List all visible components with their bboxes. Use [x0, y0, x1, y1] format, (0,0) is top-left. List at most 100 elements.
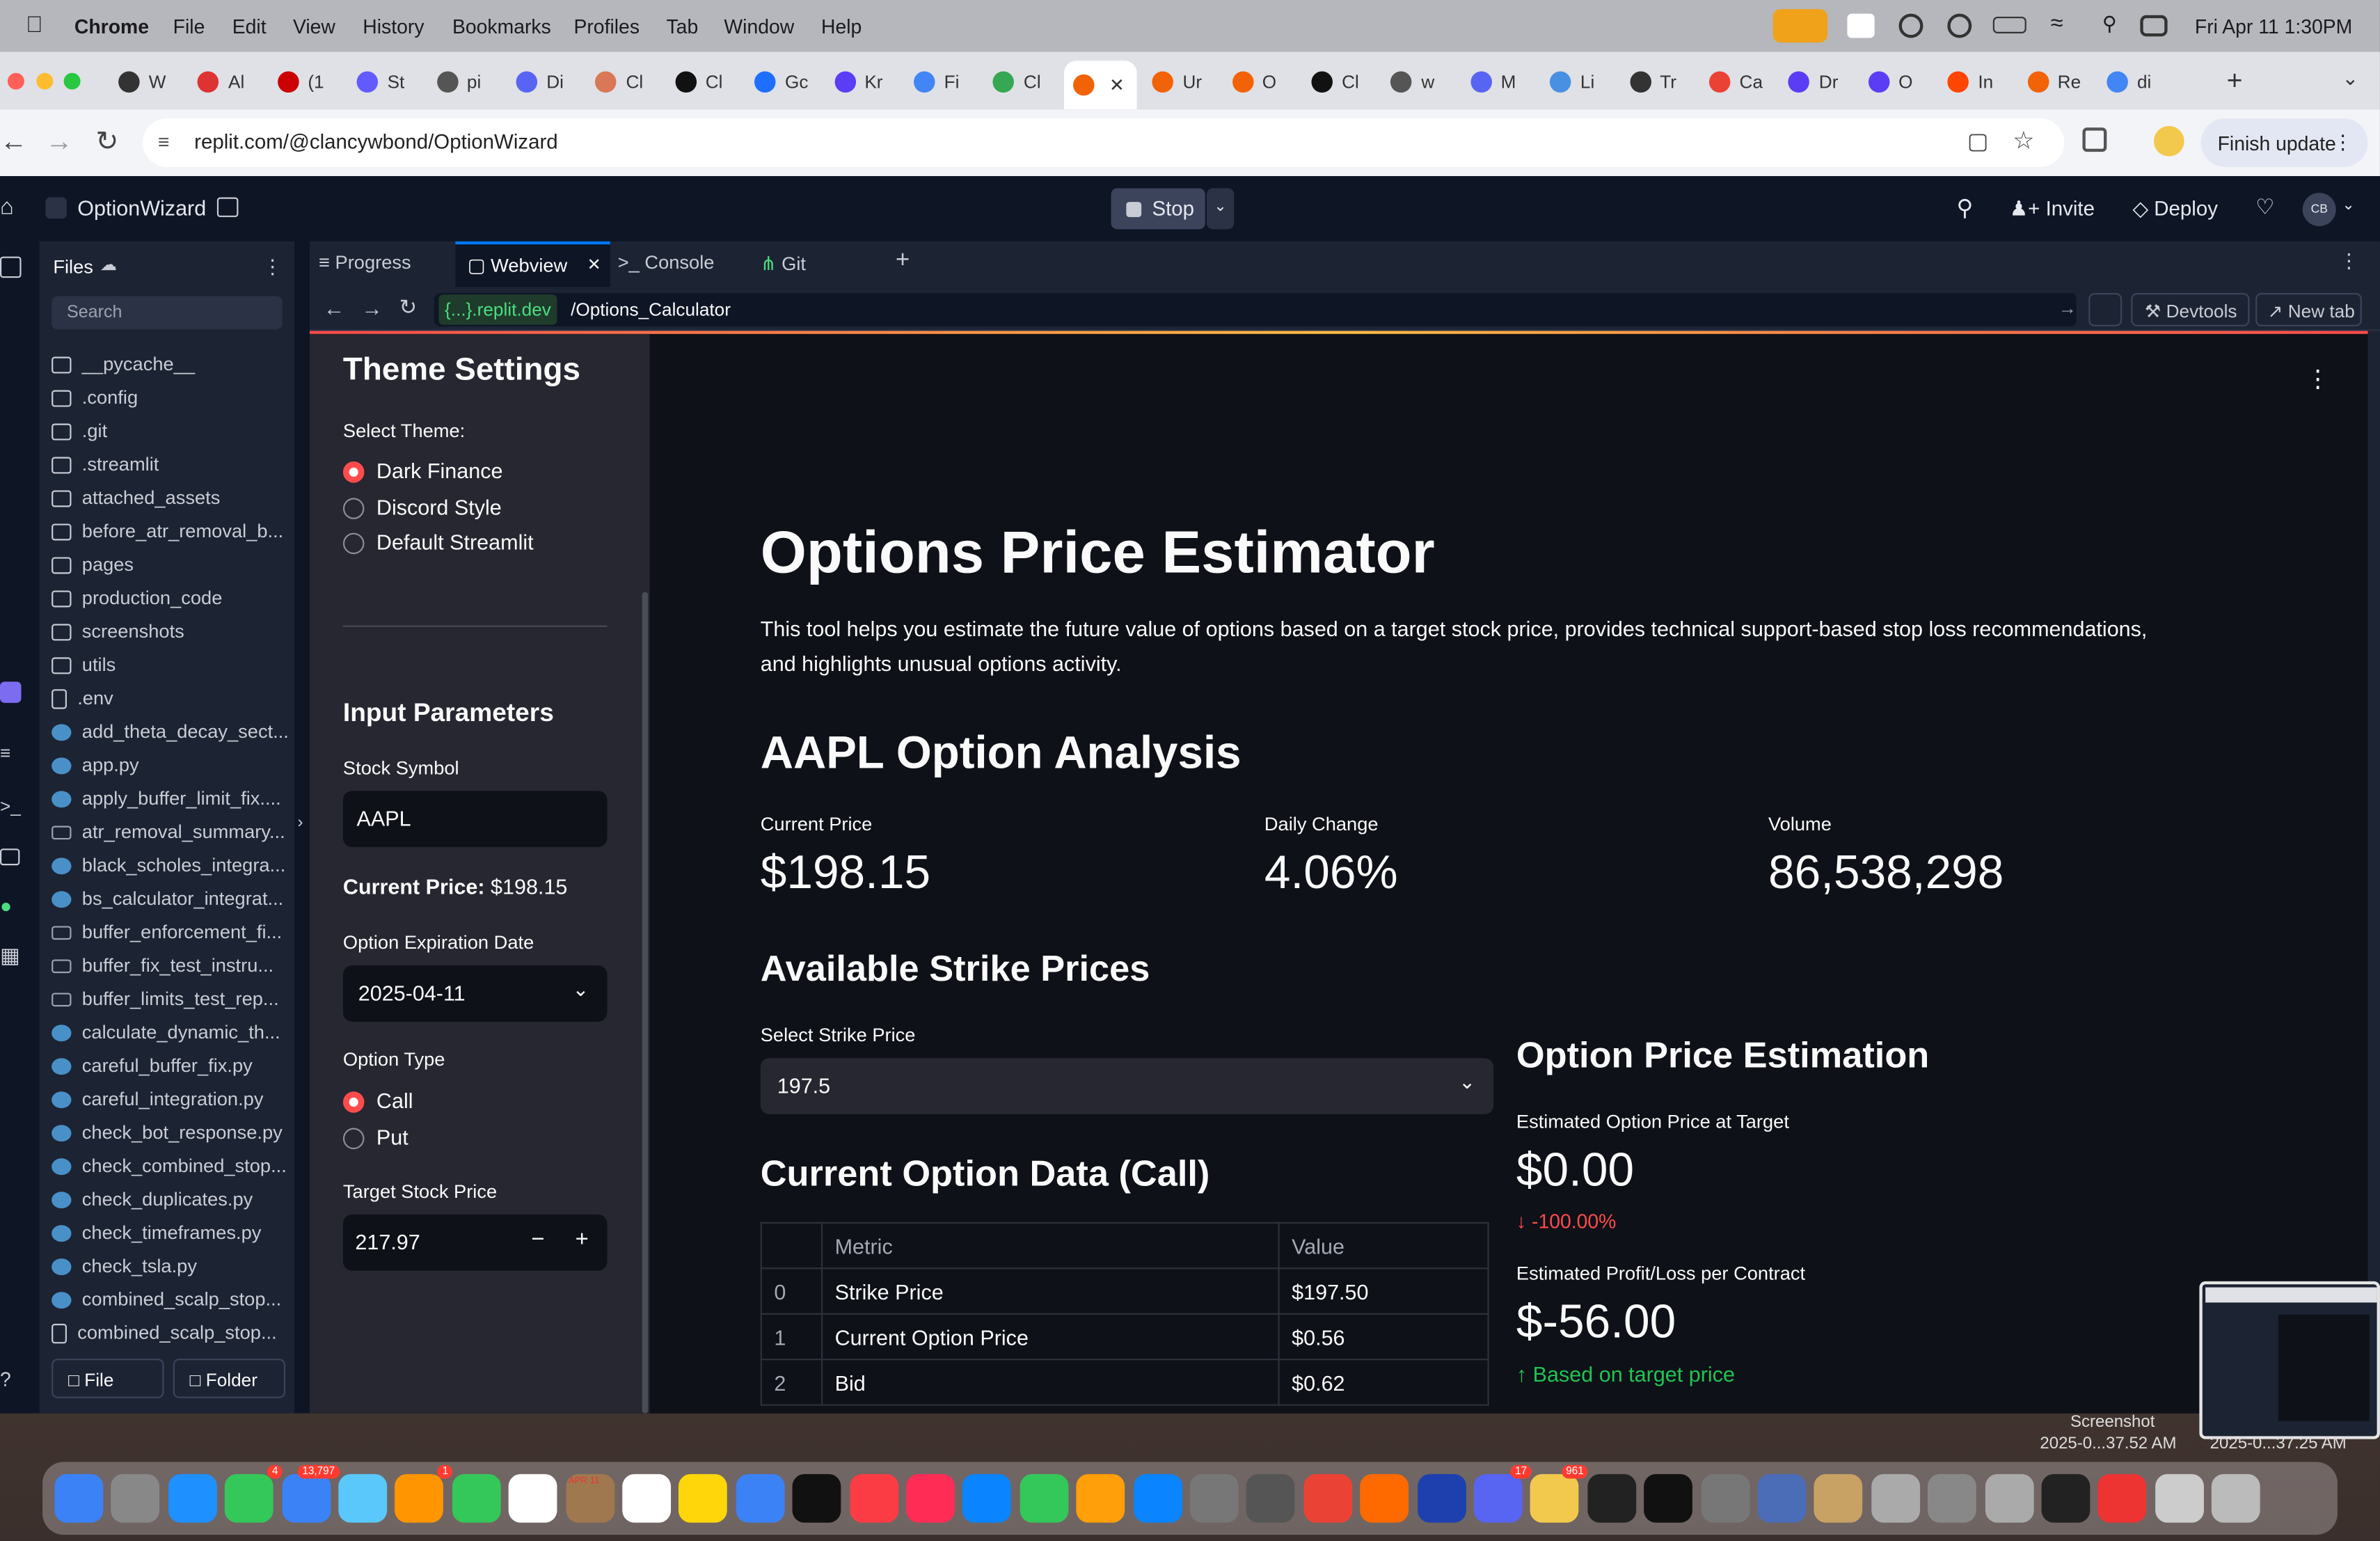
kebab-menu-icon[interactable]: ⋮: [2333, 131, 2352, 155]
dock-app-icon[interactable]: [1133, 1473, 1182, 1523]
file-tree-item[interactable]: check_timeframes.py: [51, 1216, 294, 1249]
screenshot-thumbnail[interactable]: [2199, 1281, 2380, 1439]
menu-app-name[interactable]: Chrome: [74, 15, 149, 38]
increment-button[interactable]: +: [576, 1226, 589, 1252]
file-tree-item[interactable]: atr_removal_summary...: [51, 815, 294, 848]
file-tree-item[interactable]: __pycache__: [51, 347, 294, 381]
dock-app-icon[interactable]: [2212, 1473, 2261, 1523]
dock-app-icon[interactable]: [962, 1473, 1012, 1523]
browser-tab[interactable]: Cl: [587, 62, 660, 102]
menu-view[interactable]: View: [293, 15, 335, 38]
dock-app-icon[interactable]: [2041, 1473, 2091, 1523]
dock-app-icon[interactable]: [1303, 1473, 1352, 1523]
option-data-table[interactable]: Metric Value 0 Strike Price $197.50 1 Curren…: [760, 1222, 1489, 1406]
file-tree-item[interactable]: .git: [51, 414, 294, 448]
dock-app-icon[interactable]: [1189, 1473, 1239, 1523]
dock-app-icon[interactable]: [509, 1473, 557, 1523]
dock-app-icon[interactable]: [1814, 1473, 1864, 1523]
app-menu-icon[interactable]: ⋮: [2306, 364, 2330, 395]
webview-forward-icon[interactable]: →: [361, 296, 383, 320]
radio-circle-icon[interactable]: [342, 1091, 365, 1114]
menu-clock[interactable]: Fri Apr 11 1:30PM: [2195, 15, 2352, 38]
browser-tab[interactable]: w: [1382, 62, 1456, 102]
dock-app-icon[interactable]: [792, 1473, 841, 1523]
close-tab-icon[interactable]: ✕: [587, 255, 601, 275]
new-tab-icon[interactable]: +: [2227, 65, 2243, 97]
dock-app-icon[interactable]: APR 11: [565, 1473, 614, 1523]
back-icon[interactable]: ←: [0, 126, 27, 158]
tab-console[interactable]: >_ Console: [618, 252, 715, 274]
run-options-chevron-icon[interactable]: ⌄: [1206, 188, 1235, 230]
dock-app-icon[interactable]: [679, 1473, 728, 1523]
radio-circle-icon[interactable]: [342, 497, 365, 519]
browser-tab[interactable]: pi: [427, 62, 501, 102]
file-tree-item[interactable]: check_bot_response.py: [51, 1116, 294, 1149]
dock-app-icon[interactable]: [2155, 1473, 2204, 1523]
minimize-window-icon[interactable]: [36, 72, 54, 90]
file-tree-item[interactable]: black_scholes_integra...: [51, 848, 294, 882]
openai-icon[interactable]: [1898, 13, 1923, 38]
browser-tab[interactable]: M: [1461, 62, 1535, 102]
table-row[interactable]: 0 Strike Price $197.50: [760, 1267, 1489, 1315]
dock-app-icon[interactable]: [736, 1473, 785, 1523]
file-search-input[interactable]: Search: [51, 296, 283, 330]
url-text[interactable]: replit.com/@clancywbond/OptionWizard: [194, 131, 557, 154]
device-preview-icon[interactable]: [2088, 292, 2123, 326]
dock-app-icon[interactable]: [1644, 1473, 1693, 1523]
agent-tool-icon[interactable]: [0, 681, 22, 703]
menu-help[interactable]: Help: [821, 15, 862, 38]
tab-search-icon[interactable]: ⌄: [2342, 67, 2358, 91]
dock-app-icon[interactable]: [1757, 1473, 1807, 1523]
file-tree-item[interactable]: pages: [51, 548, 294, 581]
decrement-button[interactable]: −: [531, 1226, 544, 1252]
file-tree-item[interactable]: check_combined_stop...: [51, 1149, 294, 1183]
dock-app-icon[interactable]: [1701, 1473, 1750, 1523]
battery-icon[interactable]: [1992, 16, 2026, 33]
avatar[interactable]: CB: [2302, 192, 2336, 226]
database-icon[interactable]: [216, 197, 239, 217]
project-name[interactable]: OptionWizard: [77, 196, 206, 220]
screenshot-filename-2[interactable]: 2025-0...37.25 AM: [2210, 1435, 2347, 1453]
browser-tab[interactable]: Ca: [1700, 62, 1774, 102]
browser-tab[interactable]: Li: [1541, 62, 1615, 102]
microphone-icon[interactable]: [1772, 9, 1828, 43]
option-type-radio-option[interactable]: Call: [342, 1089, 413, 1114]
dock-app-icon[interactable]: [1587, 1473, 1636, 1523]
file-tree-item[interactable]: utils: [51, 648, 294, 681]
dock-app-icon[interactable]: [622, 1473, 672, 1523]
file-tree-item[interactable]: .streamlit: [51, 448, 294, 481]
file-tree-item[interactable]: .config: [51, 381, 294, 414]
webview-tool-icon[interactable]: [0, 848, 20, 866]
play-icon[interactable]: [1947, 13, 1972, 38]
browser-tab[interactable]: Kr: [825, 62, 899, 102]
file-tree-item[interactable]: combined_scalp_stop...: [51, 1316, 294, 1350]
pane-menu-icon[interactable]: ⋮: [2339, 249, 2358, 274]
webview-domain[interactable]: {...}.replit.dev: [438, 294, 557, 325]
invite-button[interactable]: ♟+ Invite: [1997, 188, 2107, 229]
secrets-tool-icon[interactable]: ●: [0, 894, 12, 917]
file-tree-item[interactable]: apply_buffer_limit_fix....: [51, 782, 294, 815]
menu-bookmarks[interactable]: Bookmarks: [452, 15, 551, 38]
tab-git[interactable]: ⋔ Git: [761, 252, 806, 275]
browser-tab[interactable]: O: [1223, 62, 1296, 102]
url-bar[interactable]: ≡ replit.com/@clancywbond/OptionWizard ▢…: [143, 118, 2065, 167]
dock-app-icon[interactable]: [1020, 1473, 1069, 1523]
browser-tab[interactable]: Al: [189, 62, 262, 102]
dock-app-icon[interactable]: [1928, 1473, 1977, 1523]
file-tree-item[interactable]: screenshots: [51, 615, 294, 648]
file-tree-item[interactable]: buffer_limits_test_rep...: [51, 982, 294, 1016]
file-tree-item[interactable]: check_duplicates.py: [51, 1183, 294, 1216]
browser-tab[interactable]: Ur: [1143, 62, 1217, 102]
browser-tab[interactable]: Gc: [745, 62, 819, 102]
browser-tab[interactable]: (1: [269, 62, 342, 102]
dock-app-icon[interactable]: [1984, 1473, 2033, 1523]
file-tree-item[interactable]: production_code: [51, 581, 294, 615]
dock-app-icon[interactable]: 4: [225, 1464, 283, 1523]
finish-update-button[interactable]: Finish update ⋮: [2200, 118, 2368, 167]
apple-icon[interactable]: : [26, 12, 43, 38]
option-type-radio-option[interactable]: Put: [342, 1125, 408, 1150]
dock-app-icon[interactable]: 17: [1473, 1464, 1532, 1523]
table-row[interactable]: 2 Bid $0.62: [760, 1359, 1489, 1406]
browser-tab[interactable]: Fi: [905, 62, 978, 102]
file-tree-item[interactable]: calculate_dynamic_th...: [51, 1016, 294, 1049]
